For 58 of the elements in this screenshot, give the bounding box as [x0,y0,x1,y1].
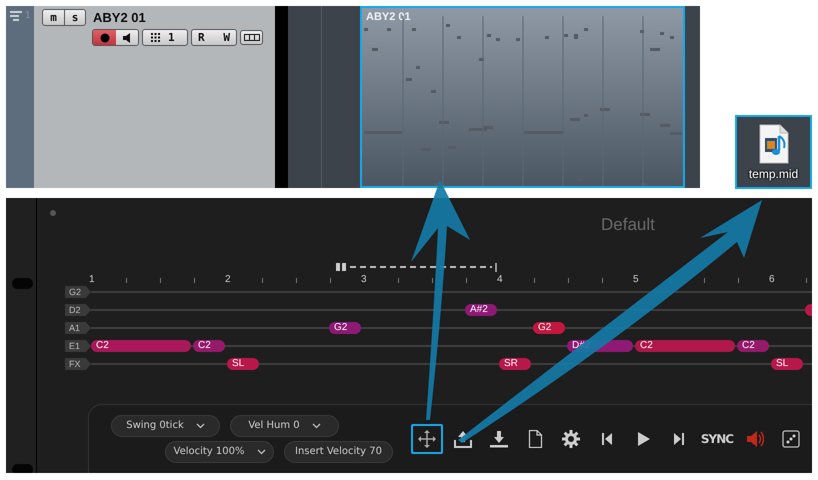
preset-name: Default [601,215,655,235]
bar-number: 4 [497,274,503,285]
download-icon[interactable] [490,430,508,448]
lane-label: FX [65,358,91,370]
note[interactable]: G2 [329,322,361,334]
rack-slot [12,278,33,289]
document-icon[interactable] [526,430,544,448]
file-name: temp.mid [748,167,798,181]
bar-number: 1 [89,274,95,285]
chevron-down-icon [312,422,321,428]
sync-button[interactable]: SYNC [699,424,735,454]
note[interactable]: C2 [91,340,191,352]
note[interactable]: G2 [533,322,565,334]
lane-label: D2 [65,304,91,316]
note[interactable]: C2 [635,340,735,352]
note[interactable]: SL [771,358,803,370]
lane-label: G2 [65,286,91,298]
lane-label: A1 [65,322,91,334]
track-name: ABY2 01 [93,10,146,25]
solo-button[interactable]: s [64,10,85,25]
bar-number: 6 [769,274,775,285]
note[interactable]: SR [499,358,531,370]
dice-icon[interactable] [782,430,800,448]
bar-number: 3 [361,274,367,285]
dropdown[interactable]: Velocity 100% [165,440,274,462]
screw [50,210,56,216]
note[interactable]: A#2 [465,304,497,316]
note[interactable]: C2 [193,340,225,352]
input-button[interactable]: 1 [142,29,188,46]
speaker-icon [123,32,131,42]
desktop-file[interactable]: temp.mid [735,115,812,189]
button[interactable]: Insert Velocity 70 [284,440,393,462]
dropdown[interactable]: Swing 0tick [111,414,220,436]
columns-icon [244,34,260,41]
music-file-icon [758,124,788,164]
mute-button[interactable]: m [43,10,64,25]
note[interactable]: C2 [737,340,769,352]
record-button[interactable] [93,30,116,45]
monitor-button[interactable] [116,30,138,45]
chevron-down-icon [196,422,205,428]
write-label[interactable]: W [223,31,230,44]
lanes-button[interactable] [240,30,263,45]
grid-icon [151,33,160,42]
record-icon [100,32,110,42]
note[interactable]: SL [227,358,259,370]
speaker-icon[interactable] [746,430,764,448]
dropdown[interactable]: Vel Hum 0 [230,414,339,436]
bar-number: 2 [225,274,231,285]
tool-button[interactable] [411,424,443,454]
settings-icon[interactable] [562,430,580,448]
loop-range-drawing[interactable] [336,263,498,272]
track-list-icon [10,11,22,21]
read-label[interactable]: R [198,31,205,44]
bar-number: 5 [633,274,639,285]
input-value: 1 [168,31,175,44]
move-icon [418,430,436,448]
chevron-down-icon [256,448,266,454]
lane-label: E1 [65,340,91,352]
